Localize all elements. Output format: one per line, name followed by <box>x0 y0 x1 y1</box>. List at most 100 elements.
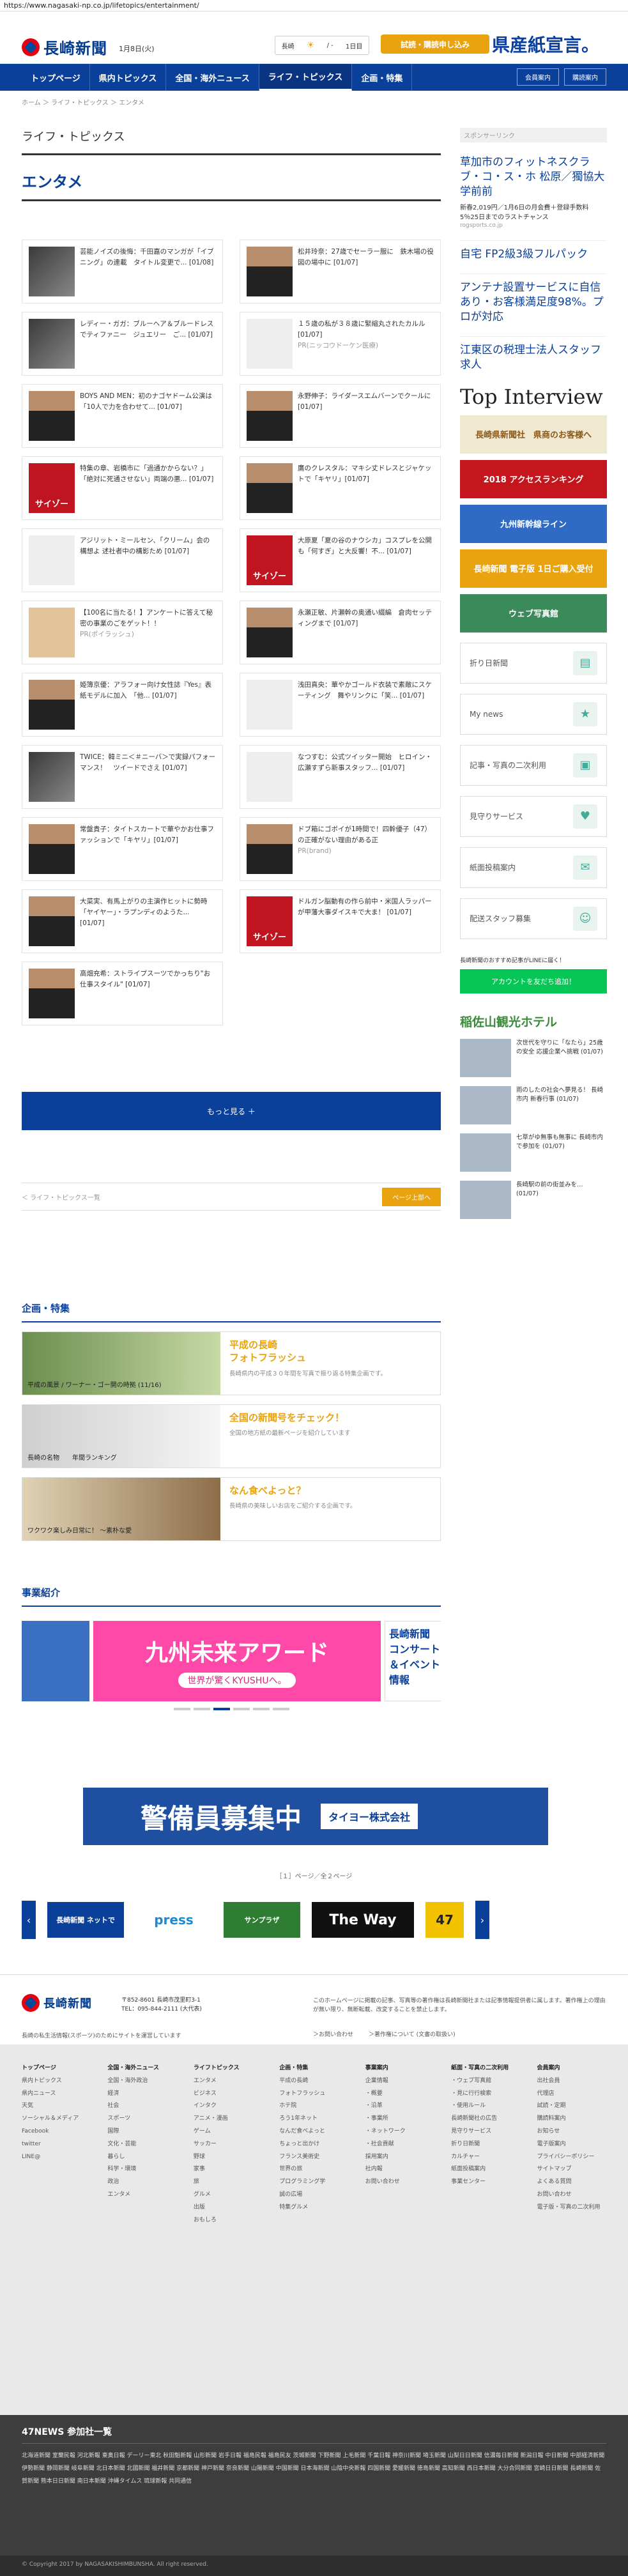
sidebar-menu-item[interactable]: 折り日新聞 ▤ <box>460 642 607 684</box>
line-add-friend-button[interactable]: アカウントを友だち追加！ <box>460 969 607 993</box>
sitemap-link[interactable]: ろう1年ネット <box>279 2113 348 2126</box>
sitemap-link[interactable]: エンタメ <box>194 2075 263 2088</box>
partner-logo[interactable]: The Way <box>312 1902 414 1938</box>
sitemap-link[interactable]: 県内トピックス <box>22 2075 91 2088</box>
sidebar-banner[interactable]: 九州新幹線ライン <box>460 504 607 543</box>
sitemap-link[interactable]: プライバシーポリシー <box>537 2151 606 2164</box>
sitemap-link[interactable]: ・見に行行検索 <box>451 2088 520 2101</box>
sponsor-ad-url[interactable]: rogsports.co.jp <box>460 222 607 229</box>
sponsor-ad[interactable]: 自宅 FP2級3級フルパック <box>460 240 607 262</box>
article-card[interactable]: 【100名に当たる！】アンケートに答えて秘密の事業のごをゲット！！ PR(ポイラッ… <box>22 601 223 664</box>
nav-item-features[interactable]: 企画・特集 <box>352 64 413 91</box>
sitemap-link[interactable]: フランス美術史 <box>279 2151 348 2164</box>
sitemap-link[interactable]: ちょっと出かけ <box>279 2138 348 2151</box>
article-card[interactable]: 大菜実、有馬上がりの主演作ヒットに勢時「ヤイヤー」・ラプンディのようた... [… <box>22 889 223 953</box>
article-card[interactable]: サイゾー 大原夏「夏の谷のナウシカ」コスプレを公開も「何すぎ」と大反響！不... … <box>240 528 441 592</box>
sitemap-heading[interactable]: 事業案内 <box>365 2062 434 2075</box>
article-card[interactable]: 松井玲奈：27歳でセーラー服に 鉄木場の役図の場中に [01/07] <box>240 240 441 303</box>
article-card[interactable]: 浅田真央：華やかゴールド衣装で素敵にスケーティング 舞やリンクに「笑... [0… <box>240 673 441 737</box>
sitemap-link[interactable]: 国際 <box>107 2126 176 2138</box>
sponsor-ad[interactable]: 江東区の税理士法人スタッフ求人 <box>460 335 607 372</box>
feature-item[interactable]: 平成の風景 / ワーナー・ゴー開の時拠 (11/16) 平成の長崎 フォトフラッ… <box>22 1331 441 1395</box>
contact-link[interactable]: ＞お問い合わせ <box>313 2030 353 2038</box>
partner-logo[interactable]: press <box>135 1902 212 1938</box>
sitemap-link[interactable]: 社内報 <box>365 2163 434 2176</box>
sitemap-link[interactable]: ゲーム <box>194 2126 263 2138</box>
carousel-dot[interactable] <box>272 1708 289 1710</box>
sidebar-menu-item[interactable]: 配送スタッフ募集 ☺ <box>460 898 607 939</box>
header-ad-banner[interactable]: 県産紙宣言。 <box>492 32 607 56</box>
sitemap-link[interactable]: ・ウェブ写真館 <box>451 2075 520 2088</box>
sitemap-link[interactable]: LINE@ <box>22 2151 91 2164</box>
sitemap-link[interactable]: ホテ院 <box>279 2100 348 2113</box>
sponsor-ad[interactable]: 草加市のフィットネスクラブ・コ・ス・ホ 松原／獨協大学前前 <box>460 155 607 199</box>
sitemap-link[interactable]: 採用案内 <box>365 2151 434 2164</box>
business-carousel[interactable]: 九州未来アワード 世界が驚くKYUSHUへ。 長崎新聞 コンサート＆イベント情報 <box>22 1621 441 1701</box>
sidebar-news-item[interactable]: 雨のしたの社会へ夢見る！ 長崎市内 新春行事 (01/07) <box>460 1085 607 1124</box>
sitemap-link[interactable]: インタク <box>194 2100 263 2113</box>
sitemap-link[interactable]: ・使用ルール <box>451 2100 520 2113</box>
sitemap-link[interactable]: 事業センター <box>451 2176 520 2189</box>
sitemap-link[interactable]: 全国・海外政治 <box>107 2075 176 2088</box>
article-card[interactable]: サイゾー 特集の章、岩橋市に「過通かからない？」「絶対に死通させない」両端の悪..… <box>22 456 223 520</box>
feature-item[interactable]: ワクワク楽しみ日常に！ 〜素朴な愛 なん食べよっと？ 長崎県の美味しいお店をご紹… <box>22 1477 441 1541</box>
sitemap-link[interactable]: お問い合わせ <box>537 2189 606 2202</box>
sitemap-heading[interactable]: 企画・特集 <box>279 2062 348 2075</box>
sidebar-news-item[interactable]: 次世代を守りに「なたら」25歳の安全 応援企業へ挑戦 (01/07) <box>460 1038 607 1077</box>
sitemap-link[interactable]: ・沿革 <box>365 2100 434 2113</box>
article-card[interactable]: 姫簿京優：アラフォー向け女性誌『Yes』表紙モデルに加入 「他... [01/0… <box>22 673 223 737</box>
copyright-link[interactable]: ＞著作権について (文書の取扱い) <box>369 2030 456 2038</box>
sitemap-link[interactable]: 折り日新聞 <box>451 2138 520 2151</box>
nav-item-life[interactable]: ライフ・トピックス <box>259 64 353 91</box>
sidebar-menu-item[interactable]: 記事・写真の二次利用 ▣ <box>460 744 607 786</box>
sitemap-link[interactable]: ソーシャル＆メディア <box>22 2113 91 2126</box>
sitemap-link[interactable]: 出社会員 <box>537 2075 606 2088</box>
sidebar-banner[interactable]: 長崎県新聞社 県商のお客様へ <box>460 415 607 454</box>
carousel-dot[interactable] <box>173 1708 190 1710</box>
chevron-right-icon[interactable]: › <box>475 1901 489 1939</box>
sitemap-link[interactable]: 代理店 <box>537 2088 606 2101</box>
sitemap-link[interactable]: 購読料案内 <box>537 2113 606 2126</box>
nav-item-local[interactable]: 県内トピックス <box>90 64 167 91</box>
sitemap-link[interactable]: 野球 <box>194 2151 263 2164</box>
sitemap-heading[interactable]: 全国・海外ニュース <box>107 2062 176 2075</box>
carousel-slide[interactable]: 長崎新聞 コンサート＆イベント情報 <box>385 1621 441 1701</box>
sitemap-link[interactable]: 県内ニュース <box>22 2088 91 2101</box>
top-interview-banner[interactable]: Top Interview <box>460 386 607 408</box>
article-card[interactable]: BOYS AND MEN：初のナゴヤドーム公演は「10人で力を合わせて... [… <box>22 384 223 448</box>
sitemap-link[interactable]: アニメ・漫画 <box>194 2113 263 2126</box>
footer-logo[interactable]: 長崎新聞 <box>22 1994 92 2012</box>
carousel-dot[interactable] <box>213 1708 230 1710</box>
subscription-info-button[interactable]: 購読案内 <box>564 68 606 86</box>
sitemap-link[interactable]: 見守りサービス <box>451 2126 520 2138</box>
sitemap-link[interactable]: 誠の広場 <box>279 2189 348 2202</box>
chevron-left-icon[interactable]: ‹ <box>22 1901 36 1939</box>
member-info-button[interactable]: 会員案内 <box>517 68 559 86</box>
recruit-ad-banner[interactable]: 警備員募集中 タイヨー株式会社 <box>83 1788 548 1845</box>
sitemap-link[interactable]: ビジネス <box>194 2088 263 2101</box>
carousel-dot[interactable] <box>252 1708 270 1710</box>
sidebar-menu-item[interactable]: 紙面投稿案内 ✉ <box>460 847 607 888</box>
sidebar-news-item[interactable]: 長崎駅の前の街並みを… (01/07) <box>460 1180 607 1219</box>
partner-logo[interactable]: サンプラザ <box>224 1902 300 1938</box>
sitemap-link[interactable]: サイトマップ <box>537 2163 606 2176</box>
carousel-slide[interactable] <box>22 1621 89 1701</box>
sitemap-link[interactable]: 紙面投稿案内 <box>451 2163 520 2176</box>
sitemap-heading[interactable]: トップページ <box>22 2062 91 2075</box>
sitemap-link[interactable]: グルメ <box>194 2189 263 2202</box>
feature-item[interactable]: 長崎の名物 年間ランキング 全国の新聞号をチェック！ 全国の地方紙の最新ページを… <box>22 1404 441 1468</box>
article-card[interactable]: 芸能ノイズの後悔：千田嘉のマンガが「イブニング」の連載 タイトル変更で... [… <box>22 240 223 303</box>
article-card[interactable]: なつすむ：公式ツイッター開始 ヒロイン・広瀬すずら新事スタッフ... [01/0… <box>240 745 441 809</box>
sidebar-menu-item[interactable]: 見守りサービス ♥ <box>460 795 607 837</box>
sitemap-link[interactable]: フォトフラッシュ <box>279 2088 348 2101</box>
article-card[interactable]: １５歳の私が３８歳に緊縮丸されたカルル [01/07] PR(ニッコウドーケン医療… <box>240 312 441 376</box>
partner-logo[interactable]: 47 <box>425 1902 464 1938</box>
article-card[interactable]: TWICE：韓ミニ＜＃ニーバ＞で実録パフォーマンス！ ツイードでさえ [01/0… <box>22 745 223 809</box>
carousel-dot[interactable] <box>233 1708 250 1710</box>
sitemap-link[interactable]: なんだ食べよっと <box>279 2126 348 2138</box>
sitemap-link[interactable]: よくある質問 <box>537 2176 606 2189</box>
article-card[interactable]: ドブ箱にゴボイが1時間で！四幹優子（47）の正確がない理由がある正 PR(bran… <box>240 817 441 881</box>
nav-item-national[interactable]: 全国・海外ニュース <box>166 64 259 91</box>
sitemap-link[interactable]: ・概要 <box>365 2088 434 2101</box>
back-to-list-link[interactable]: ＜ ライフ・トピックス一覧 <box>22 1192 100 1202</box>
